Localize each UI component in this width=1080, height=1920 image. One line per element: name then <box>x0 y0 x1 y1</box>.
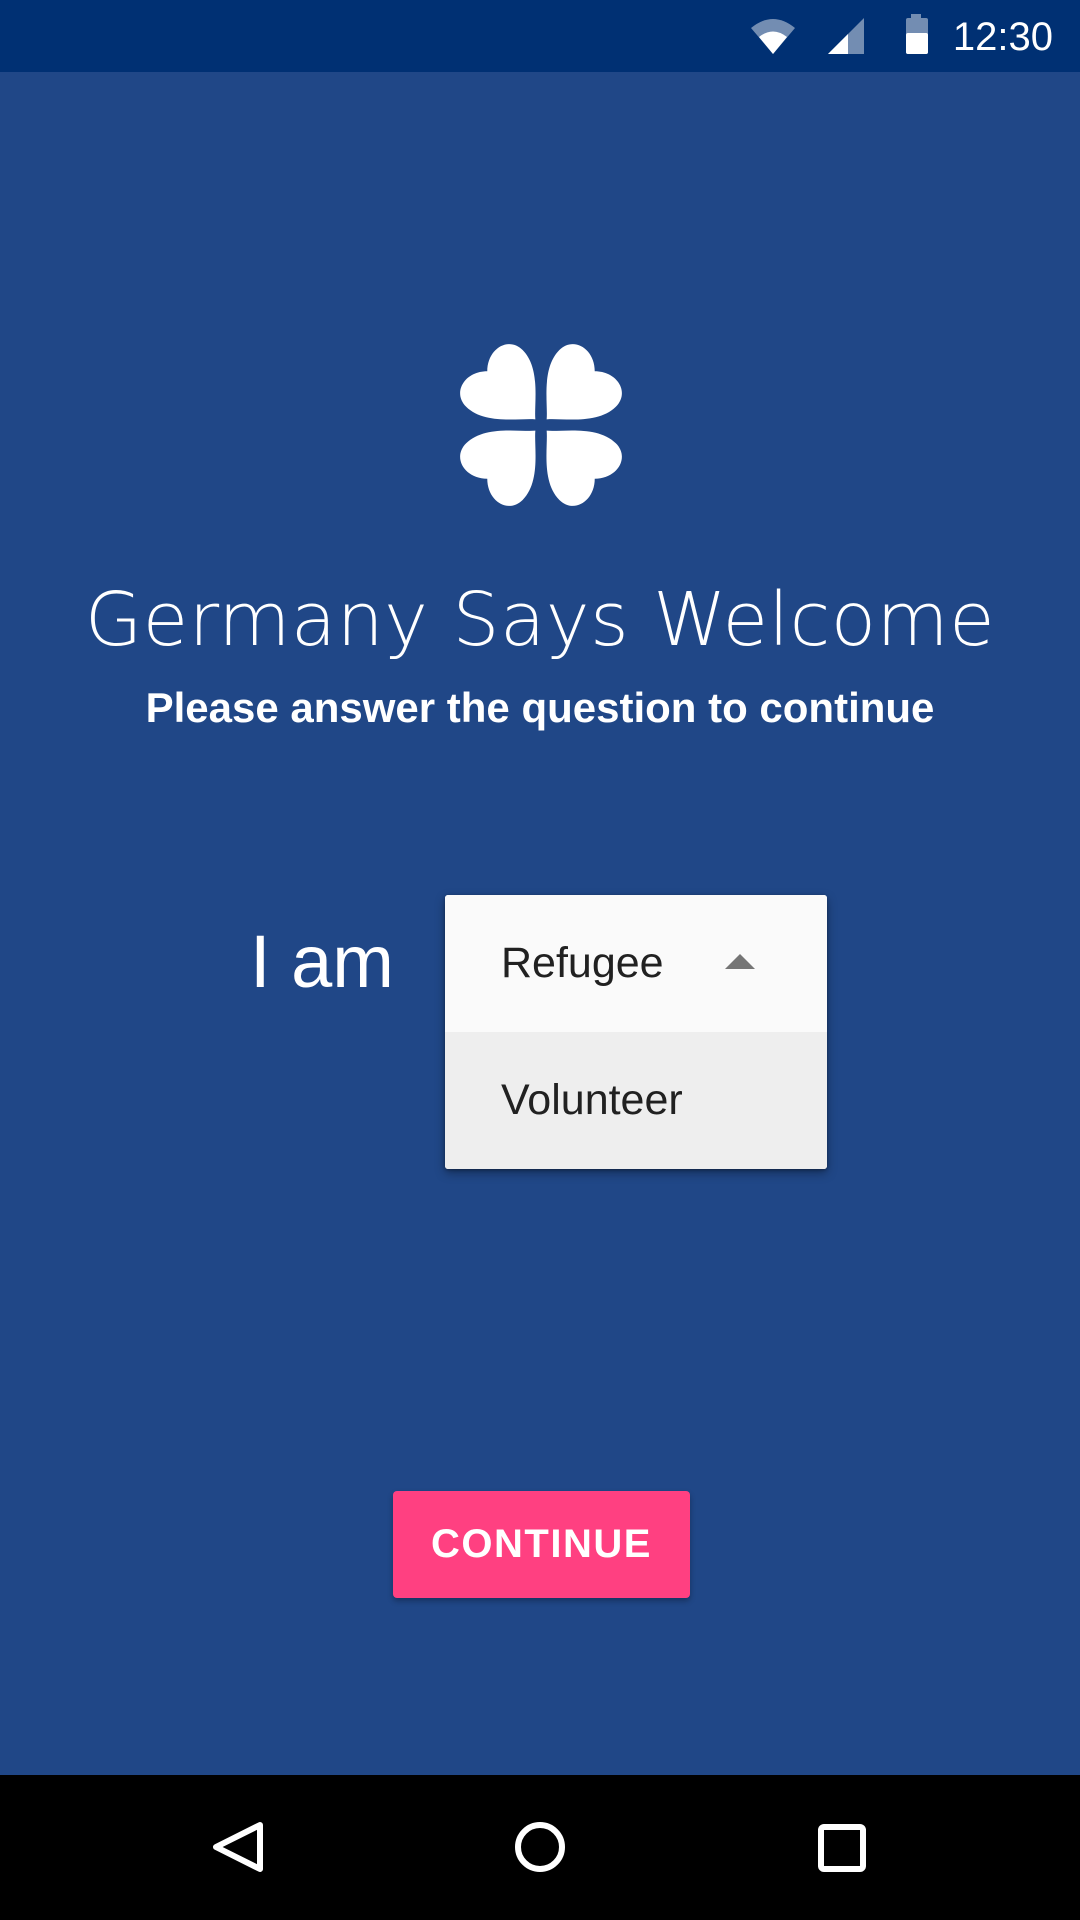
clover-logo-icon <box>456 340 626 510</box>
role-dropdown[interactable]: Refugee Volunteer <box>445 895 827 1169</box>
home-icon[interactable] <box>470 1775 610 1920</box>
welcome-screen: Germany Says Welcome Please answer the q… <box>0 72 1080 1775</box>
status-bar: 12:30 <box>0 0 1080 72</box>
battery-icon <box>902 0 932 77</box>
wifi-icon <box>748 0 798 77</box>
dropdown-option-label: Volunteer <box>501 1076 683 1124</box>
back-icon[interactable] <box>170 1775 310 1920</box>
dropdown-selected-label: Refugee <box>501 939 664 987</box>
dropdown-option-refugee[interactable]: Refugee <box>445 895 827 1032</box>
chevron-up-icon <box>725 954 755 969</box>
status-time: 12:30 <box>952 15 1053 59</box>
cell-signal-icon <box>826 0 866 77</box>
recents-icon[interactable] <box>772 1775 912 1920</box>
navigation-bar <box>0 1775 1080 1920</box>
app-subtitle: Please answer the question to continue <box>145 684 935 731</box>
question-label: I am <box>250 920 394 1003</box>
app-title: Germany Says Welcome <box>84 577 996 663</box>
dropdown-option-volunteer[interactable]: Volunteer <box>445 1032 827 1169</box>
continue-button[interactable]: CONTINUE <box>393 1491 690 1598</box>
